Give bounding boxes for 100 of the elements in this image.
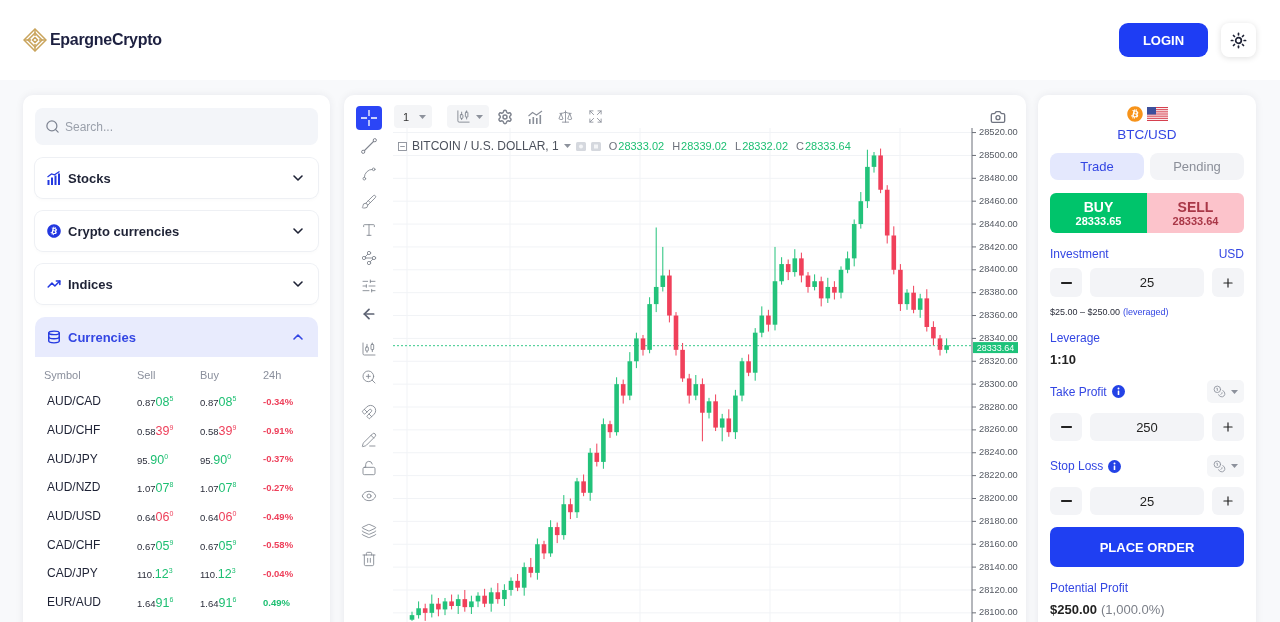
login-button[interactable]: LOGIN [1119,23,1208,57]
minus-icon [1060,426,1072,428]
theme-toggle-button[interactable] [1221,23,1256,57]
caret-icon [563,144,571,148]
profit-value: $250.00 [1050,602,1097,617]
info-icon[interactable] [1111,385,1125,398]
axis-tick-label: 28140.00 [979,561,1018,572]
settings-icon[interactable] [497,108,513,125]
symbol-cell-text: AUD/USD [46,509,101,524]
info-icon[interactable] [1108,459,1122,473]
collapse-icon[interactable] [398,141,407,151]
sun-icon [1230,31,1247,49]
zoom-in-icon [360,369,377,385]
price-cell-text: 0.5839$^{9}$ [200,423,237,440]
camera-icon[interactable] [990,108,1006,125]
category-header[interactable]: Crypto currencies [35,211,318,251]
trend-line-icon [360,138,377,154]
coins-icon [1213,459,1226,473]
waypoints-icon [360,250,377,266]
axis-tick-label: 28180.00 [979,515,1018,526]
place-order-button[interactable]: PLACE ORDER [1050,527,1244,567]
axis-tick-label: 28400.00 [979,264,1018,275]
profit-percent: (1,000.0%) [1101,602,1165,617]
caret-icon [476,114,483,119]
trash-icon [360,551,377,567]
price-cell-text: 0.5839$^{9}$ [137,423,174,440]
plus-icon [1221,420,1235,434]
price-cell-text: 0.6705$^{9}$ [200,537,237,554]
price-cell-text: 1.6491$^{6}$ [200,595,237,612]
ohlc-value: O28333.02 [608,140,665,152]
interval-dropdown[interactable]: 1 [394,105,432,128]
coin-stack-icon [47,330,61,344]
search-field[interactable]: Search... [35,108,318,145]
eye-icon[interactable] [575,141,586,151]
open-padlock-icon [360,460,377,476]
plus-button[interactable] [1212,413,1244,441]
category-header[interactable]: Currencies [35,317,318,357]
axis-tick-label: 28240.00 [979,447,1018,458]
range-text: $25.00 – $250.00 [1050,307,1121,318]
plus-button[interactable] [1212,268,1244,297]
axis-tick-label: 28520.00 [979,128,1018,138]
currency-label: USD [1218,247,1244,261]
price-cell-text: 0.8708$^{5}$ [137,394,174,411]
axis-tick-label: 28280.00 [979,401,1018,412]
ohlc-value: C28333.64 [796,140,851,152]
minus-button[interactable] [1050,268,1082,297]
price-cell-text: 0.6406$^{0}$ [137,509,174,526]
scale-icon[interactable] [558,109,573,124]
change-cell: 0.49% [263,596,290,608]
axis-tick-label: 28300.00 [979,378,1018,389]
change-cell: -0.27% [263,481,294,493]
unit-dropdown[interactable] [1207,380,1244,403]
tab[interactable]: Trade [1050,153,1144,180]
category-header[interactable]: Stocks [35,158,318,198]
axis-tick-label: 28260.00 [979,424,1018,435]
candlestick-icon [360,341,377,357]
sell-button[interactable]: SELL 28333.64 [1147,193,1244,233]
bar-chart-icon [47,171,61,185]
fullscreen-icon[interactable] [588,109,603,124]
price-cell-text: 0.6406$^{0}$ [200,509,237,526]
unit-dropdown[interactable] [1207,455,1244,477]
field-label: Potential Profit [1050,581,1129,595]
plus-button[interactable] [1212,487,1244,515]
amount-input[interactable]: 25 [1090,487,1204,515]
minus-button[interactable] [1050,487,1082,515]
leveraged-link[interactable]: (leveraged) [1123,307,1169,318]
field-label: Investment [1050,247,1109,261]
crosshair-icon [360,110,377,126]
amount-input[interactable]: 25 [1090,268,1204,297]
axis-tick-label: 28480.00 [979,172,1018,183]
column-header: Sell [137,369,157,381]
price-cell-text: 110.12$^{3}$ [200,566,236,583]
magnet-icon [360,404,377,420]
axis-tick-label: 28360.00 [979,310,1018,321]
axis-tick-label: 28420.00 [979,241,1018,252]
change-cell: -0.04% [263,567,294,579]
axis-tick-label: 28100.00 [979,607,1018,618]
axis-tick-label: 28200.00 [979,493,1018,504]
us-flag-icon [1146,106,1168,122]
field-label: Take Profit [1050,384,1107,399]
ohlc-value: L28332.02 [735,140,788,152]
price-cell-text: 1.0707$^{8}$ [137,480,174,497]
axis-tick-label: 28160.00 [979,538,1018,549]
search-icon [45,119,60,134]
price-cell-text: 95.90$^{0}$ [200,451,232,468]
bar-chart-icon[interactable] [528,109,543,124]
symbol-cell-text: AUD/JPY [46,451,98,466]
change-cell: -0.91% [263,424,294,436]
amount-input[interactable]: 250 [1090,413,1204,441]
column-header: 24h [263,369,283,381]
minus-button[interactable] [1050,413,1082,441]
square-icon[interactable] [590,141,601,151]
category-header[interactable]: Indices [35,264,318,304]
drawing-tool-button[interactable] [355,106,382,130]
change-cell: -0.49% [263,510,294,522]
symbol-cell-text: AUD/CHF [46,423,101,438]
chart-type-dropdown[interactable] [447,105,489,128]
axis-tick-label: 28440.00 [979,218,1018,229]
caret-icon [1231,389,1238,394]
caret-icon [419,114,426,119]
